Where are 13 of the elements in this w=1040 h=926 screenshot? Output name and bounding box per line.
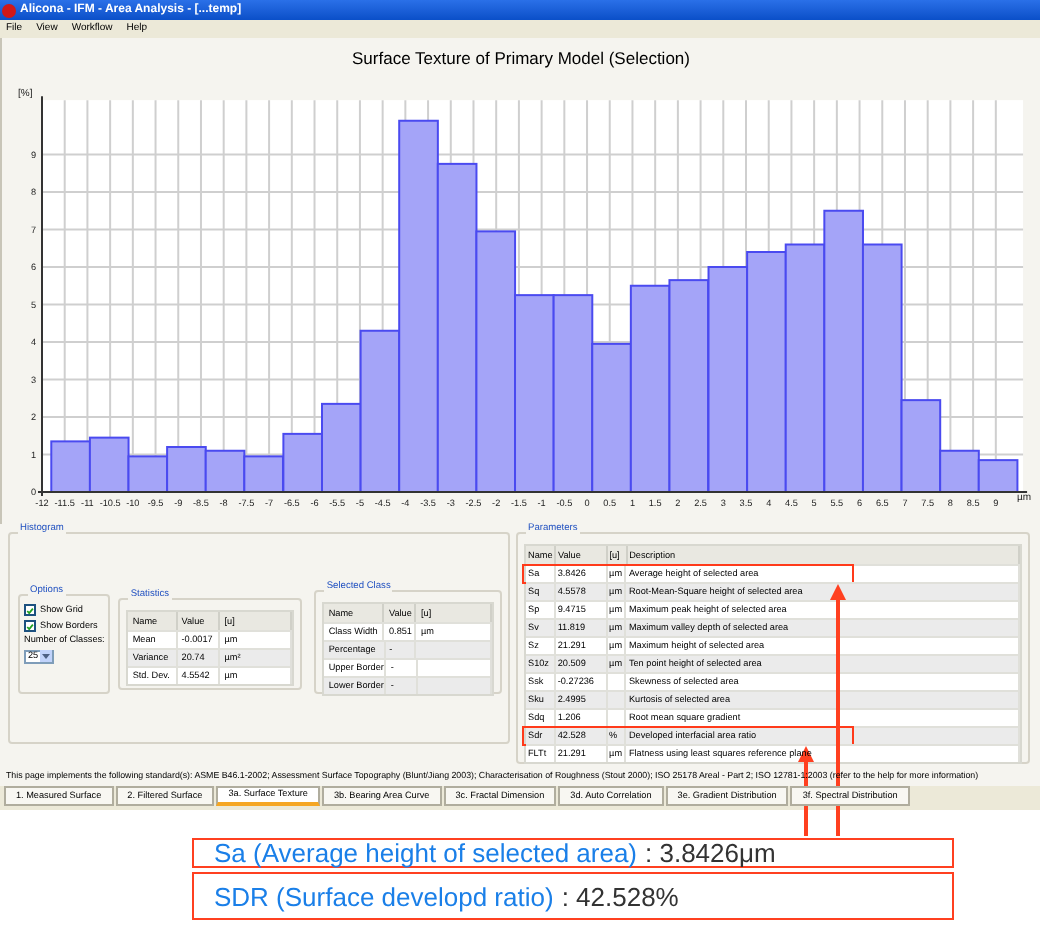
chart-title: Surface Texture of Primary Model (Selection)	[352, 46, 690, 72]
histogram-bar	[977, 459, 1019, 493]
histogram-bar	[204, 449, 246, 493]
histogram-bar	[50, 440, 91, 493]
app-logo-icon	[2, 3, 16, 17]
callout-value: : 42.528%	[561, 883, 679, 909]
dropdown-arrow-icon[interactable]	[40, 650, 52, 663]
callout-value: : 3.8426μm	[645, 840, 776, 866]
checkbox[interactable]	[24, 620, 36, 632]
checkbox[interactable]	[24, 604, 36, 616]
callout-label: Sa (Average height of selected area)	[214, 840, 638, 866]
callout-label: SDR (Surface developd ratio)	[214, 883, 554, 909]
histogram-bar	[166, 446, 207, 493]
